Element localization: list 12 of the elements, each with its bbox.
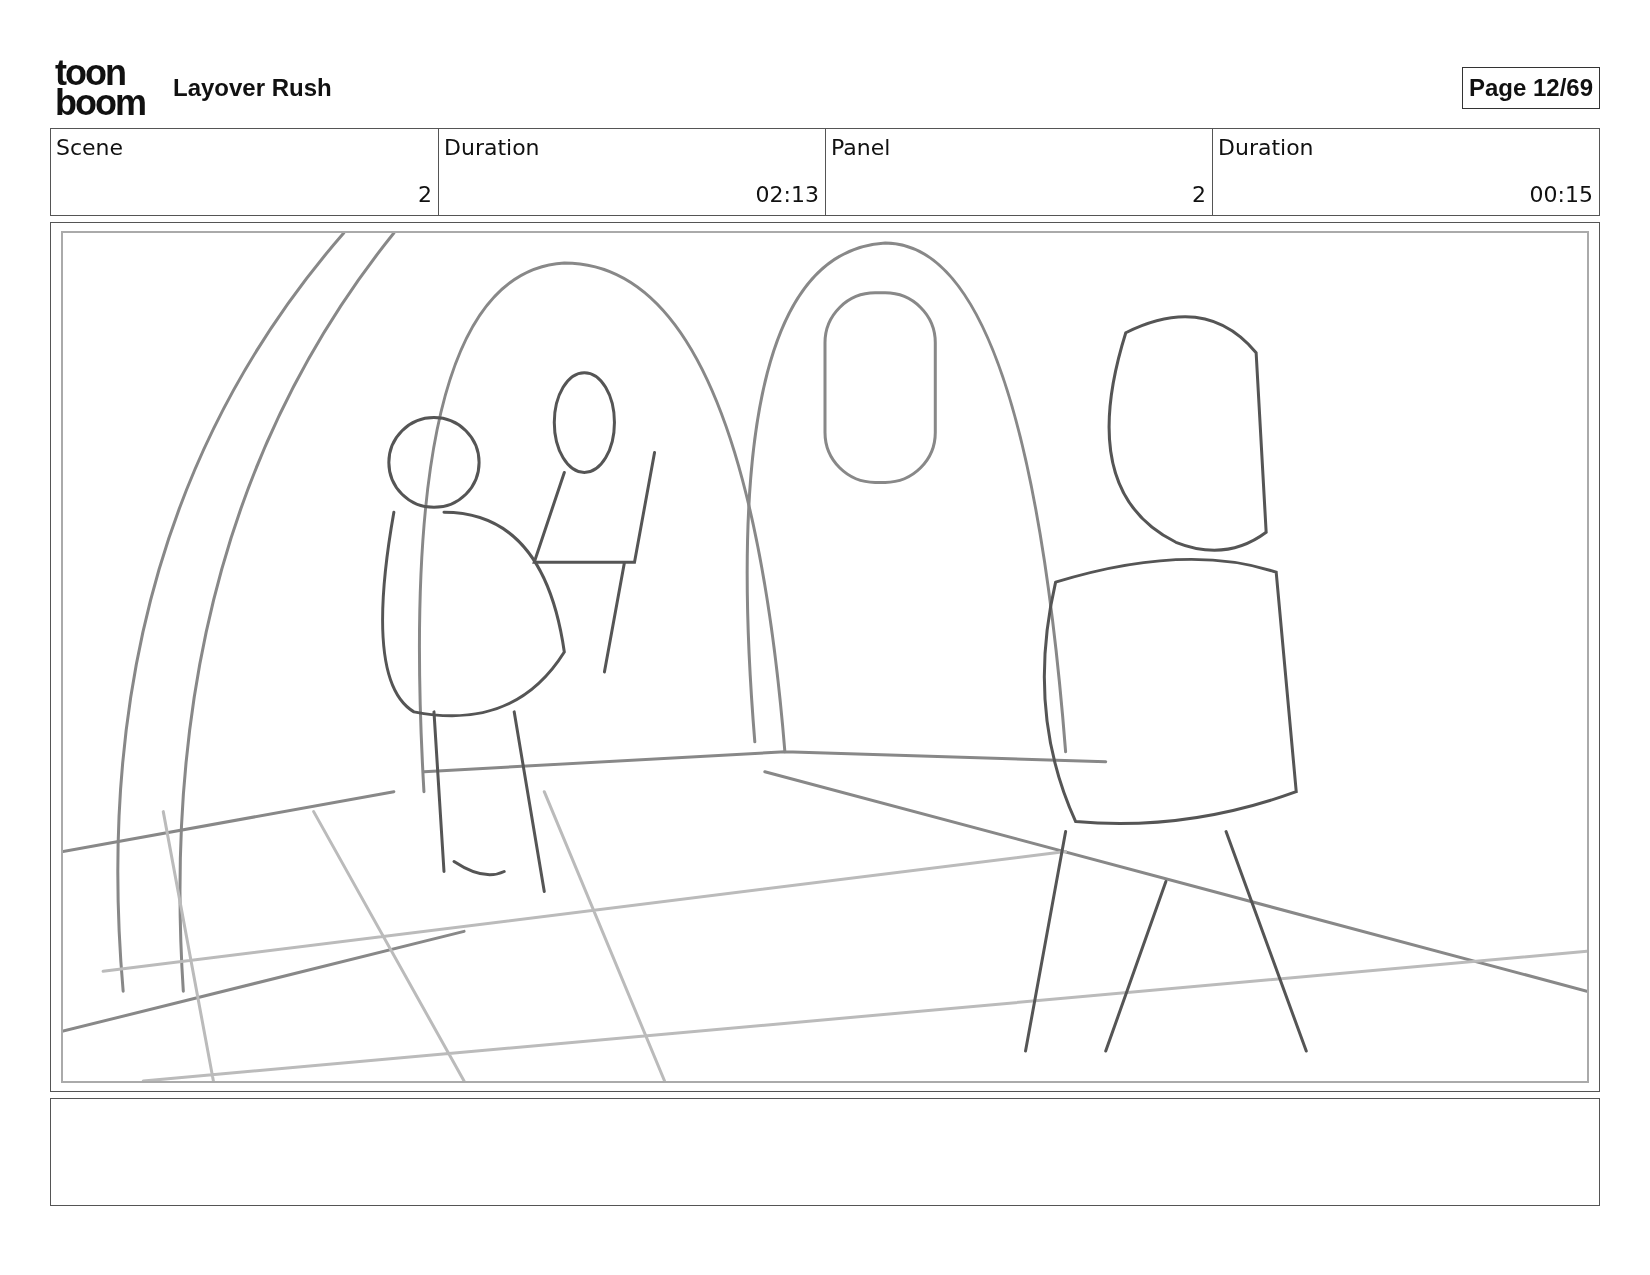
column-header: Panel bbox=[831, 135, 891, 160]
table-cell: 2 bbox=[418, 182, 432, 207]
table-cell: 2 bbox=[1192, 182, 1206, 207]
logo-text: boom bbox=[55, 88, 145, 118]
project-title: Layover Rush bbox=[173, 74, 332, 102]
column-header: Duration bbox=[1218, 135, 1314, 160]
logo-text: toon bbox=[55, 58, 125, 88]
column-header: Duration bbox=[444, 135, 540, 160]
table-cell: 00:15 bbox=[1529, 182, 1593, 207]
page-indicator: Page 12/69 bbox=[1461, 67, 1600, 109]
column-header: Scene bbox=[56, 135, 124, 160]
table-cell: 02:13 bbox=[755, 182, 819, 207]
